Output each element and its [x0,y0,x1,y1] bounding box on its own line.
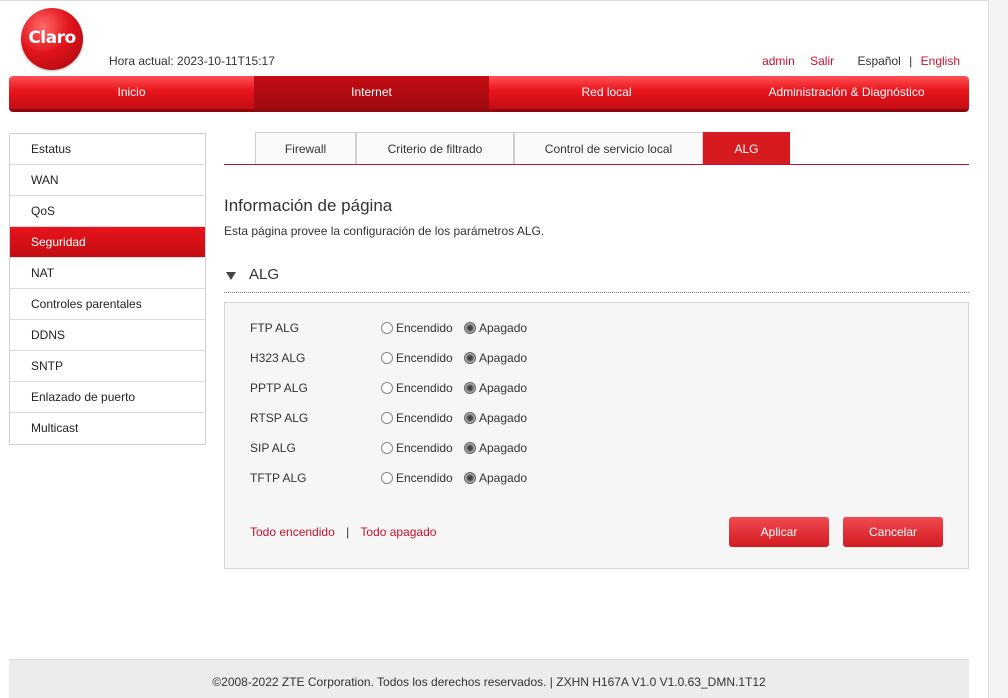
lang-spanish[interactable]: Español [857,54,900,68]
alg-row-label: PPTP ALG [250,381,308,395]
footer: ©2008-2022 ZTE Corporation. Todos los de… [9,659,969,698]
sip-off-radio[interactable] [464,442,476,454]
main-nav: Inicio Internet Red local Administración… [9,76,969,112]
sidebar-item-seguridad[interactable]: Seguridad [10,227,205,258]
section-header-alg[interactable]: ALG [224,264,969,293]
alg-row-rtsp: RTSP ALG Encendido Apagado [250,408,650,428]
sidebar-item-estatus[interactable]: Estatus [10,134,205,165]
alg-row-label: SIP ALG [250,441,296,455]
sidebar-item-wan[interactable]: WAN [10,165,205,196]
alg-row-h323: H323 ALG Encendido Apagado [250,348,650,368]
alg-panel: FTP ALG Encendido Apagado H323 ALG Encen… [224,302,969,569]
radio-on-label: Encendido [396,321,453,335]
bulk-links: Todo encendido | Todo apagado [250,525,436,539]
radio-off-label: Apagado [479,321,528,335]
user-links: admin Salir Español | English [762,54,960,68]
alg-row-label: TFTP ALG [250,471,307,485]
sidebar-item-sntp[interactable]: SNTP [10,351,205,382]
radio-on-label: Encendido [396,411,453,425]
cancel-button[interactable]: Cancelar [843,517,943,547]
window-scroll-edge [988,0,1008,698]
pptp-off-radio[interactable] [464,382,476,394]
sidebar-item-ddns[interactable]: DDNS [10,320,205,351]
nav-administracion[interactable]: Administración & Diagnóstico [724,76,969,109]
tab-control-servicio-local[interactable]: Control de servicio local [514,132,703,164]
radio-on-label: Encendido [396,351,453,365]
sidebar-item-multicast[interactable]: Multicast [10,413,205,444]
radio-on-label: Encendido [396,471,453,485]
sidebar-item-qos[interactable]: QoS [10,196,205,227]
alg-row-tftp: TFTP ALG Encendido Apagado [250,468,650,488]
alg-row-pptp: PPTP ALG Encendido Apagado [250,378,650,398]
logout-link[interactable]: Salir [810,54,834,68]
all-on-link[interactable]: Todo encendido [250,525,335,539]
radio-on-label: Encendido [396,441,453,455]
section-title: ALG [249,266,280,283]
alg-row-label: H323 ALG [250,351,306,365]
radio-on-label: Encendido [396,381,453,395]
username-link[interactable]: admin [762,54,795,68]
radio-off-label: Apagado [479,471,528,485]
alg-row-sip: SIP ALG Encendido Apagado [250,438,650,458]
rtsp-on-radio[interactable] [381,412,393,424]
radio-off-label: Apagado [479,441,528,455]
alg-row-ftp: FTP ALG Encendido Apagado [250,318,650,338]
claro-logo: Claro [21,8,83,70]
lang-separator: | [909,54,913,68]
alg-row-label: RTSP ALG [250,411,309,425]
tab-criterio-filtrado[interactable]: Criterio de filtrado [356,132,514,164]
sidebar: Estatus WAN QoS Seguridad NAT Controles … [9,133,206,445]
ftp-off-radio[interactable] [464,322,476,334]
radio-off-label: Apagado [479,351,528,365]
tftp-off-radio[interactable] [464,472,476,484]
h323-off-radio[interactable] [464,352,476,364]
radio-off-label: Apagado [479,381,528,395]
collapse-triangle-icon[interactable] [226,272,236,280]
sidebar-item-nat[interactable]: NAT [10,258,205,289]
lang-english[interactable]: English [921,54,960,68]
sub-tabs: Firewall Criterio de filtrado Control de… [224,132,969,165]
nav-inicio[interactable]: Inicio [9,76,254,109]
all-off-link[interactable]: Todo apagado [360,525,436,539]
ftp-on-radio[interactable] [381,322,393,334]
tab-firewall[interactable]: Firewall [255,132,356,164]
nav-red-local[interactable]: Red local [489,76,724,109]
radio-off-label: Apagado [479,411,528,425]
logo-text: Claro [28,28,76,48]
page-description: Esta página provee la configuración de l… [224,224,545,238]
sip-on-radio[interactable] [381,442,393,454]
apply-button[interactable]: Aplicar [729,517,829,547]
bulk-separator: | [346,525,350,539]
page-title: Información de página [224,196,393,215]
alg-row-label: FTP ALG [250,321,300,335]
pptp-on-radio[interactable] [381,382,393,394]
current-time: Hora actual: 2023-10-11T15:17 [109,54,275,68]
rtsp-off-radio[interactable] [464,412,476,424]
sidebar-item-enlazado-puerto[interactable]: Enlazado de puerto [10,382,205,413]
sidebar-item-controles-parentales[interactable]: Controles parentales [10,289,205,320]
nav-internet[interactable]: Internet [254,76,489,109]
top-border [0,0,988,6]
tftp-on-radio[interactable] [381,472,393,484]
tab-alg[interactable]: ALG [703,132,790,164]
h323-on-radio[interactable] [381,352,393,364]
